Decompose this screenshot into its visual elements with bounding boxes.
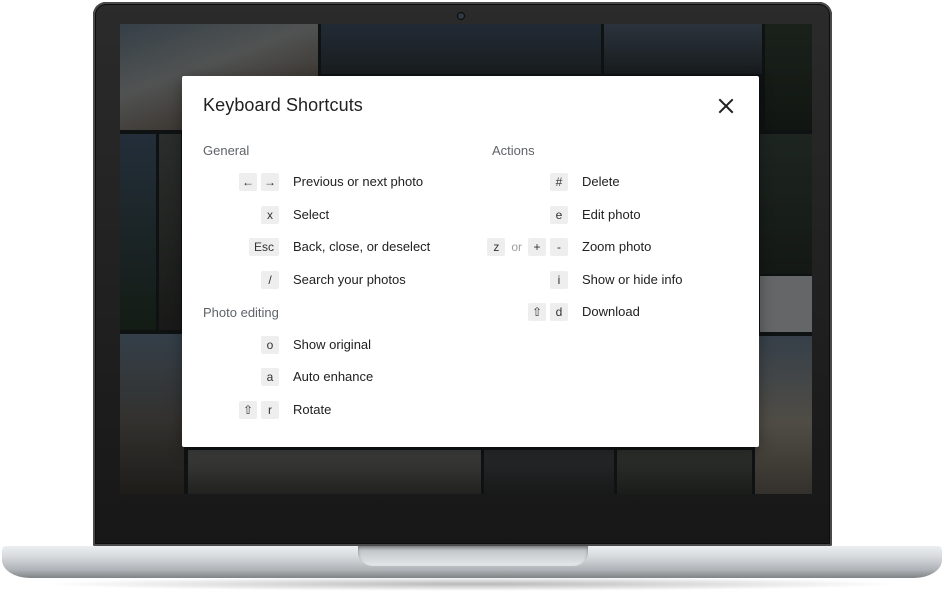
shortcut-row: e Edit photo <box>182 206 759 224</box>
shortcut-row: ⇧ r Rotate <box>182 401 472 419</box>
key-cap: r <box>261 401 279 419</box>
shift-key-icon: ⇧ <box>239 401 257 419</box>
key-cap: # <box>550 173 568 191</box>
laptop-notch <box>358 546 588 566</box>
key-cap: a <box>261 368 279 386</box>
shortcut-label: Download <box>582 304 640 319</box>
key-cap: e <box>550 206 568 224</box>
shortcut-label: Show original <box>293 337 372 352</box>
shortcut-keys: i <box>550 271 568 289</box>
keyboard-shortcuts-dialog: Keyboard Shortcuts General ← → Previous … <box>182 76 759 447</box>
shortcut-label: Edit photo <box>582 207 641 222</box>
key-cap: i <box>550 271 568 289</box>
shortcut-label: Rotate <box>293 402 332 417</box>
shortcut-row: # Delete <box>182 173 759 191</box>
shortcut-keys: e <box>550 206 568 224</box>
laptop-shadow <box>40 577 904 591</box>
shortcut-row: z or + - Zoom photo <box>182 238 759 256</box>
key-cap: + <box>528 238 546 256</box>
key-cap: d <box>550 303 568 321</box>
shortcut-label: Show or hide info <box>582 272 683 287</box>
webcam-icon <box>458 13 464 19</box>
shortcut-keys: ⇧ r <box>239 401 279 419</box>
shortcut-label: Auto enhance <box>293 369 374 384</box>
shortcut-row: ⇧ d Download <box>182 303 759 321</box>
shortcut-keys: o <box>261 336 279 354</box>
shortcut-keys: z or + - <box>487 238 568 256</box>
or-separator: or <box>511 240 522 254</box>
key-cap: z <box>487 238 506 256</box>
shortcut-keys: # <box>550 173 568 191</box>
shift-key-icon: ⇧ <box>528 303 546 321</box>
close-button[interactable] <box>712 92 740 120</box>
section-heading-general: General <box>203 143 250 158</box>
dialog-title: Keyboard Shortcuts <box>203 95 363 115</box>
close-icon[interactable] <box>712 92 740 120</box>
section-heading-actions: Actions <box>492 143 535 158</box>
shortcut-row: o Show original <box>182 336 472 354</box>
key-cap: o <box>261 336 279 354</box>
shortcut-row: a Auto enhance <box>182 368 472 386</box>
shortcut-row: i Show or hide info <box>182 271 759 289</box>
shortcut-label: Zoom photo <box>582 239 652 254</box>
laptop-base <box>2 546 942 578</box>
shortcut-keys: a <box>261 368 279 386</box>
key-cap: - <box>550 238 568 256</box>
shortcut-keys: ⇧ d <box>528 303 568 321</box>
shortcut-label: Delete <box>582 174 620 189</box>
